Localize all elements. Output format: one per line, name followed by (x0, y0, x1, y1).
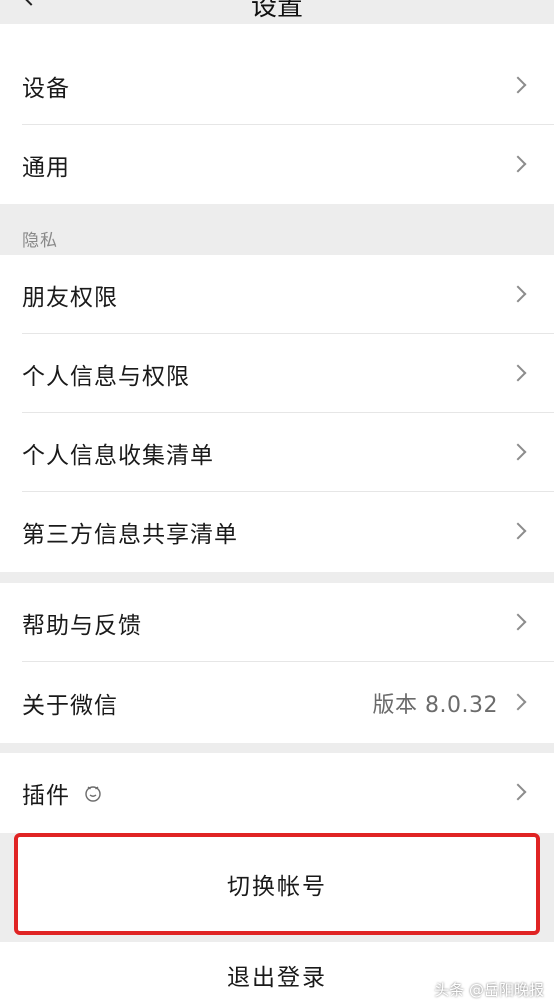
settings-item-label: 插件 (22, 783, 70, 809)
settings-item-devices[interactable]: 设备 (0, 46, 554, 125)
version-text: 版本 8.0.32 (372, 692, 498, 718)
nav-bar: 设置 (0, 0, 554, 24)
plugin-icon (85, 786, 101, 802)
settings-group-general: 设备 通用 (0, 24, 554, 204)
settings-item-general[interactable]: 通用 (0, 125, 554, 204)
settings-item-about[interactable]: 关于微信 版本 8.0.32 (0, 663, 554, 742)
settings-item-label: 个人信息收集清单 (22, 442, 214, 469)
settings-group-help: 帮助与反馈 关于微信 版本 8.0.32 (0, 583, 554, 743)
settings-item-personal-info-collection[interactable]: 个人信息收集清单 (0, 413, 554, 492)
switch-account-label: 切换帐号 (227, 874, 327, 900)
settings-item-label: 通用 (22, 154, 70, 181)
chevron-right-icon (509, 522, 527, 539)
page-title: 设置 (250, 0, 303, 22)
settings-item-plugins[interactable]: 插件 (0, 753, 554, 833)
chevron-right-icon (509, 285, 527, 302)
watermark: 头条 @岳阳晚报 (434, 981, 544, 999)
chevron-right-icon (509, 783, 527, 801)
settings-item-friend-permissions[interactable]: 朋友权限 (0, 255, 554, 334)
settings-item-help-feedback[interactable]: 帮助与反馈 (0, 583, 554, 662)
chevron-right-icon (509, 76, 527, 93)
settings-item-personal-info-permissions[interactable]: 个人信息与权限 (0, 334, 554, 413)
settings-item-label: 设备 (22, 75, 70, 102)
chevron-right-icon (509, 155, 527, 172)
chevron-right-icon (509, 613, 527, 630)
section-header-privacy: 隐私 (22, 231, 58, 251)
settings-group-privacy: 朋友权限 个人信息与权限 个人信息收集清单 第三方信息共享清单 (0, 255, 554, 572)
chevron-right-icon (509, 443, 527, 460)
settings-item-label: 个人信息与权限 (22, 363, 190, 390)
chevron-right-icon (509, 364, 527, 381)
settings-item-third-party-sharing[interactable]: 第三方信息共享清单 (0, 492, 554, 571)
switch-account-button[interactable]: 切换帐号 (14, 833, 540, 935)
settings-item-label: 第三方信息共享清单 (22, 521, 238, 548)
chevron-right-icon (509, 693, 527, 710)
settings-item-label: 关于微信 (22, 692, 118, 719)
settings-group-plugins: 插件 (0, 753, 554, 833)
divider (22, 661, 554, 662)
settings-item-label: 帮助与反馈 (22, 612, 142, 639)
settings-item-label: 朋友权限 (22, 284, 118, 311)
